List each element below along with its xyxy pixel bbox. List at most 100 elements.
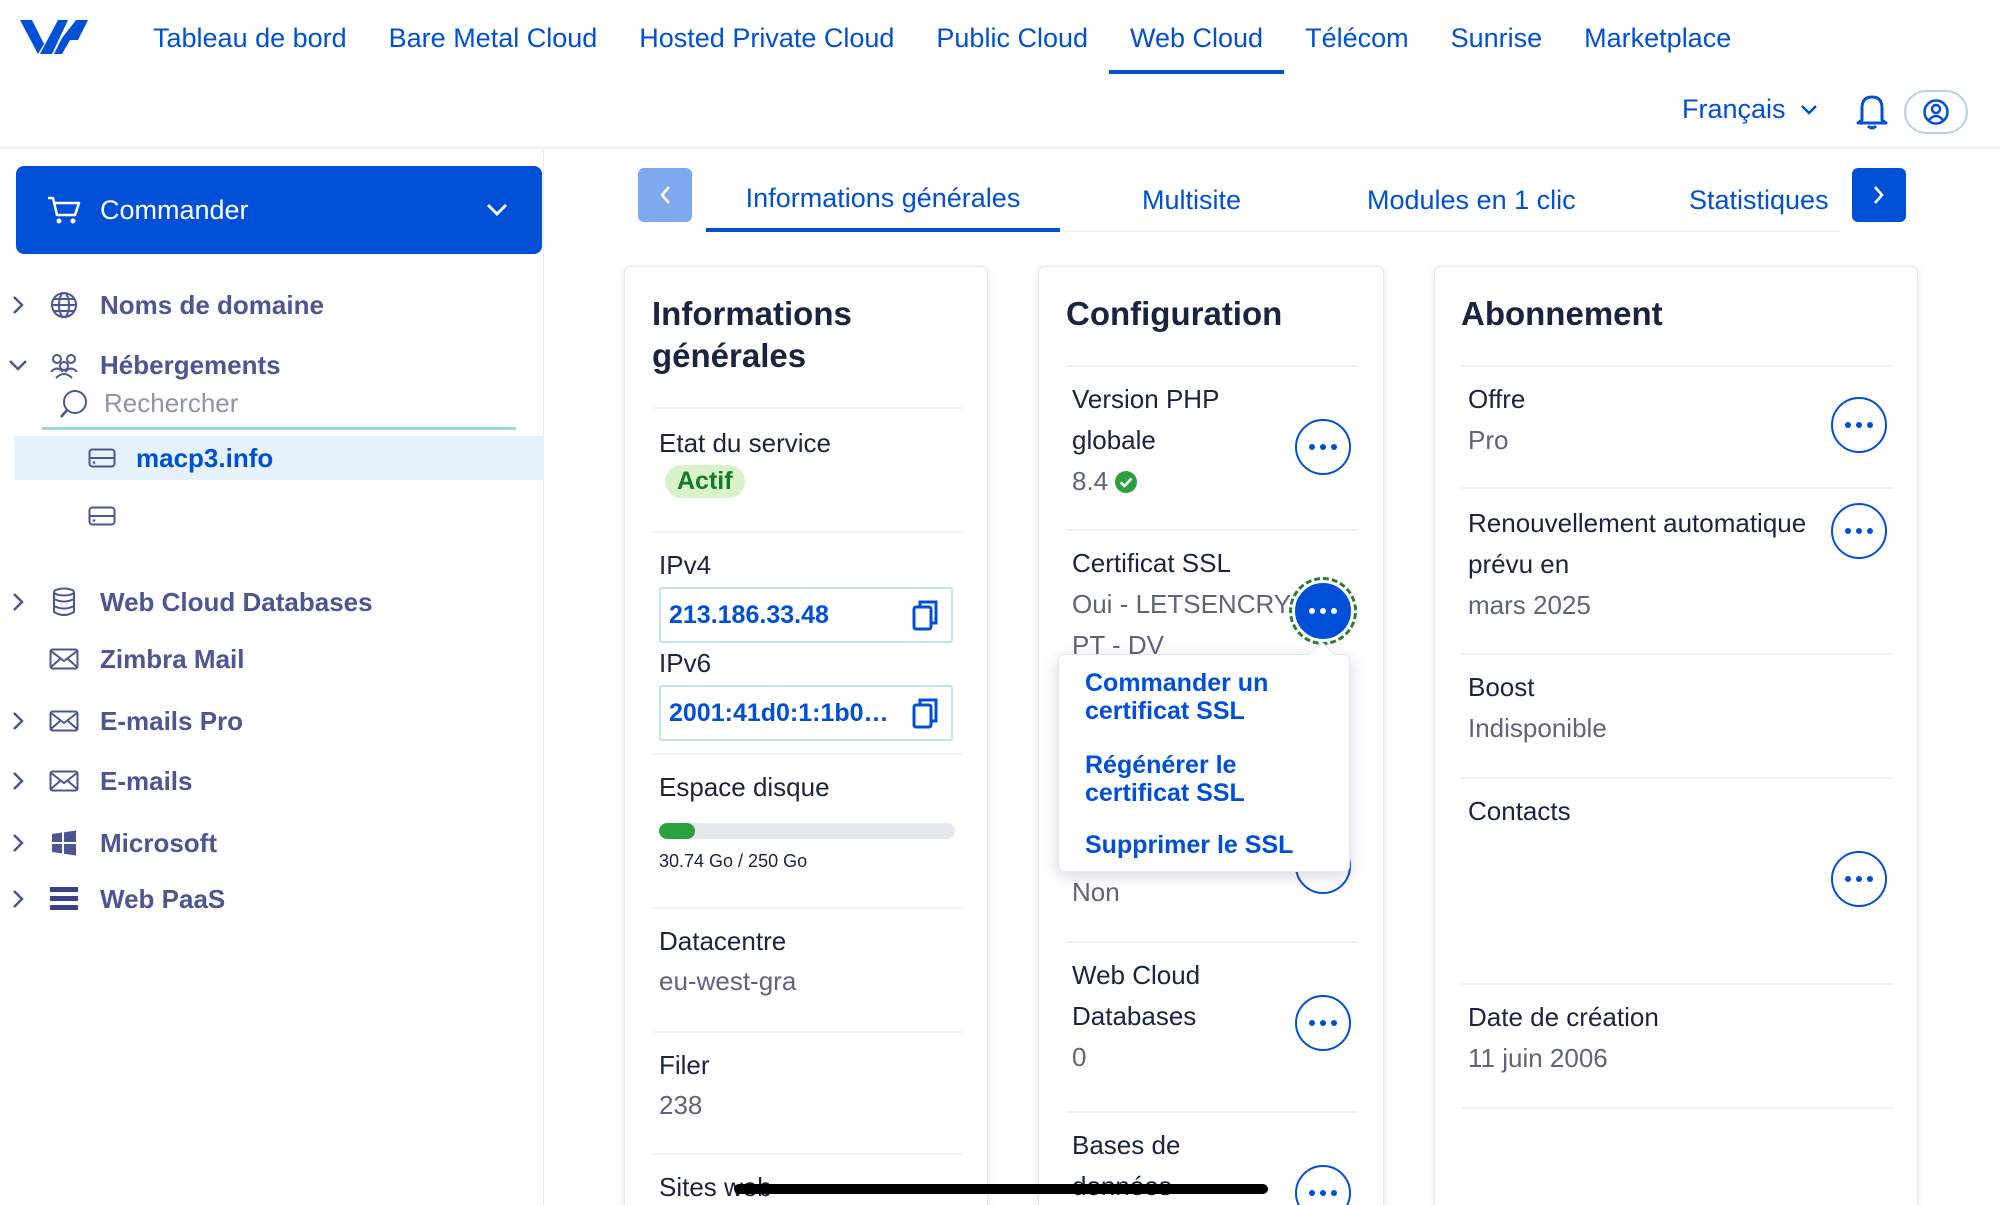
sidebar-item-domains[interactable]: Noms de domaine <box>0 280 544 330</box>
chevron-left-icon <box>660 186 670 204</box>
tab-general-information[interactable]: Informations générales <box>706 168 1060 232</box>
chevron-right-icon <box>0 833 36 853</box>
windows-icon <box>44 823 84 863</box>
ovh-logo[interactable] <box>18 14 90 58</box>
disk-usage-bar <box>659 823 955 839</box>
database-icon <box>44 582 84 622</box>
ssl-actions-button[interactable] <box>1289 577 1357 645</box>
nav-tableau-de-bord[interactable]: Tableau de bord <box>132 0 368 76</box>
mail-icon <box>44 701 84 741</box>
nav-bare-metal-cloud[interactable]: Bare Metal Cloud <box>368 0 619 76</box>
hosting-search-input[interactable]: Rechercher <box>42 380 516 430</box>
web-cloud-databases-actions-button[interactable] <box>1295 995 1351 1051</box>
sidebar: Commander Noms de domaine Hébergements R… <box>0 150 544 1205</box>
user-icon <box>1923 99 1949 125</box>
contacts-actions-button[interactable] <box>1831 851 1887 907</box>
tab-statistics[interactable]: Statistiques <box>1689 168 1839 232</box>
chevron-right-icon <box>0 771 36 791</box>
menu-item-regenerate-ssl[interactable]: Régénérer le certificat SSL <box>1085 751 1245 807</box>
offer-actions-button[interactable] <box>1831 397 1887 453</box>
offer-label: Offre <box>1468 384 1526 414</box>
chevron-down-icon <box>0 359 36 371</box>
nav-web-cloud[interactable]: Web Cloud <box>1109 0 1285 76</box>
creation-date-label: Date de création <box>1468 1002 1659 1032</box>
boost-label: Boost <box>1468 672 1535 702</box>
nav-marketplace[interactable]: Marketplace <box>1563 0 1752 76</box>
renewal-value: mars 2025 <box>1468 590 1591 620</box>
tab-multisite[interactable]: Multisite <box>1142 168 1241 232</box>
nav-telecom[interactable]: Télécom <box>1284 0 1430 76</box>
disk-usage-text: 30.74 Go / 250 Go <box>659 851 808 871</box>
service-state-label: Etat du service <box>659 428 831 458</box>
ssl-certificate-label: Certificat SSL <box>1072 548 1231 578</box>
ipv6-field[interactable]: 2001:41d0:1:1b0… <box>659 685 953 741</box>
sidebar-item-emails[interactable]: E-mails <box>0 756 544 806</box>
user-account-button[interactable] <box>1904 90 1968 134</box>
php-version-actions-button[interactable] <box>1295 419 1351 475</box>
cart-icon <box>48 196 81 224</box>
nav-hosted-private-cloud[interactable]: Hosted Private Cloud <box>618 0 915 76</box>
copy-icon[interactable] <box>911 599 941 633</box>
sidebar-item-label: Microsoft <box>100 827 217 858</box>
renewal-label: prévu en <box>1468 549 1570 579</box>
chevron-right-icon <box>1874 186 1884 204</box>
sidebar-item-web-paas[interactable]: Web PaaS <box>0 874 544 924</box>
creation-date-value: 11 juin 2006 <box>1468 1043 1608 1073</box>
databases-label: Bases de <box>1072 1130 1181 1160</box>
disk-usage-fill <box>659 823 696 839</box>
menu-item-order-ssl[interactable]: Commander un certificat SSL <box>1085 669 1268 725</box>
sidebar-item-label: Web PaaS <box>100 883 226 914</box>
order-button-label: Commander <box>100 194 249 225</box>
sidebar-item-label: E-mails <box>100 765 193 796</box>
sidebar-item-label: Web Cloud Databases <box>100 586 373 617</box>
card-title: Abonnement <box>1461 295 1663 332</box>
main-nav: Tableau de bord Bare Metal Cloud Hosted … <box>132 0 1752 76</box>
nav-public-cloud[interactable]: Public Cloud <box>915 0 1109 76</box>
filer-value: 238 <box>659 1090 703 1120</box>
language-selector[interactable]: Français <box>1682 94 1818 125</box>
card-title: Configuration <box>1066 295 1283 332</box>
sidebar-item-emails-pro[interactable]: E-mails Pro <box>0 696 544 746</box>
check-circle-icon <box>1115 470 1138 493</box>
sidebar-item-label: Hébergements <box>100 349 281 380</box>
web-cloud-databases-label: Databases <box>1072 1001 1197 1031</box>
sidebar-item-zimbra-mail[interactable]: Zimbra Mail <box>0 634 544 684</box>
notification-bell-icon[interactable] <box>1854 92 1890 130</box>
nav-sunrise[interactable]: Sunrise <box>1430 0 1564 76</box>
copy-icon[interactable] <box>911 697 941 731</box>
sidebar-item-microsoft[interactable]: Microsoft <box>0 818 544 868</box>
subscription-card: Abonnement Offre Pro Renouvellement auto… <box>1434 266 1918 1205</box>
renewal-actions-button[interactable] <box>1831 503 1887 559</box>
sidebar-item-label: E-mails Pro <box>100 705 244 736</box>
hosting-icon <box>44 345 84 385</box>
chevron-right-icon <box>0 295 36 315</box>
search-placeholder: Rechercher <box>104 388 239 418</box>
paas-icon <box>44 879 84 919</box>
renewal-label: Renouvellement automatique <box>1468 508 1807 538</box>
card-title: Informations générales <box>652 295 852 374</box>
databases-actions-button[interactable] <box>1295 1165 1351 1205</box>
option-value: Non <box>1072 877 1120 907</box>
order-button[interactable]: Commander <box>16 166 542 254</box>
php-version-label: globale <box>1072 425 1156 455</box>
sidebar-hosting-unnamed[interactable] <box>14 494 544 538</box>
search-icon <box>60 389 87 418</box>
status-badge: Actif <box>665 465 745 498</box>
tabs-scroll-right-button[interactable] <box>1852 168 1906 222</box>
server-icon <box>88 448 116 468</box>
hosting-name: macp3.info <box>136 442 274 473</box>
sidebar-item-label: Noms de domaine <box>100 289 324 320</box>
sidebar-item-web-cloud-databases[interactable]: Web Cloud Databases <box>0 577 544 627</box>
sidebar-hosting-macp3[interactable]: macp3.info <box>14 436 544 480</box>
tabs-scroll-left-button[interactable] <box>638 168 692 222</box>
offer-value: Pro <box>1468 425 1509 455</box>
web-cloud-databases-label: Web Cloud <box>1072 960 1201 990</box>
tab-one-click-modules[interactable]: Modules en 1 clic <box>1367 168 1576 232</box>
globe-icon <box>44 285 84 325</box>
ipv4-field[interactable]: 213.186.33.48 <box>659 587 953 643</box>
menu-item-delete-ssl[interactable]: Supprimer le SSL <box>1085 831 1293 859</box>
chevron-right-icon <box>0 711 36 731</box>
mail-icon <box>44 639 84 679</box>
disk-space-label: Espace disque <box>659 772 830 802</box>
sidebar-item-label: Zimbra Mail <box>100 643 245 674</box>
